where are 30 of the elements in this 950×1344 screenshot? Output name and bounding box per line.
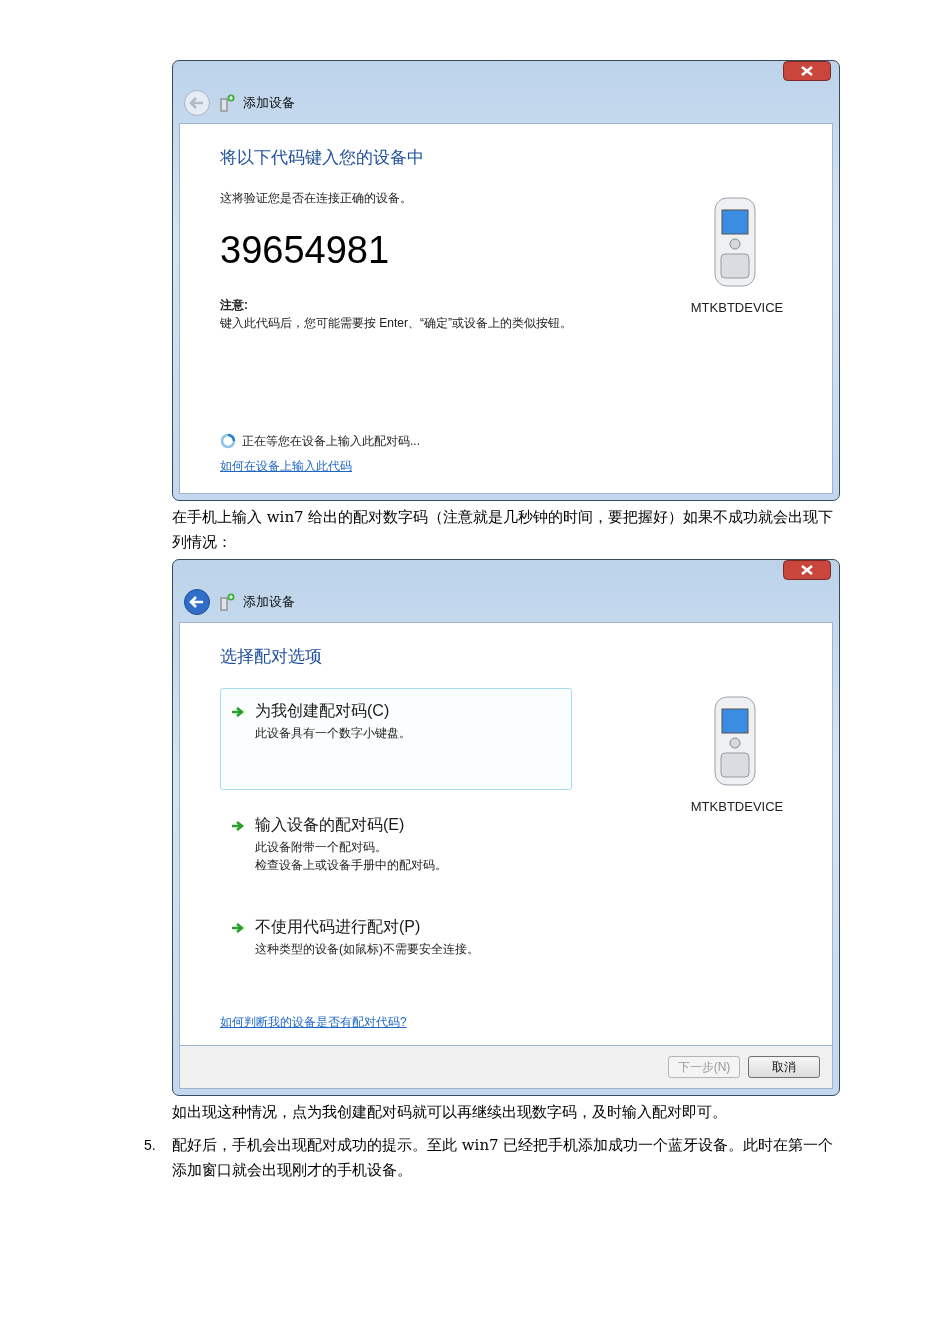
pairing-option[interactable]: 输入设备的配对码(E) 此设备附带一个配对码。 检查设备上或设备手册中的配对码。 — [220, 802, 572, 892]
body-paragraph: 配好后，手机会出现配对成功的提示。至此 win7 已经把手机添加成功一个蓝牙设备。此时在第一个添加窗口就会出现刚才的手机设备。 — [172, 1135, 835, 1181]
dialog-heading: 将以下代码键入您的设备中 — [220, 147, 424, 169]
close-button[interactable] — [783, 61, 831, 81]
dialog-heading: 选择配对选项 — [220, 646, 322, 668]
window-title: 添加设备 — [243, 593, 295, 611]
cancel-button[interactable]: 取消 — [748, 1056, 820, 1078]
device-name: MTKBTDEVICE — [690, 300, 784, 315]
help-link[interactable]: 如何判断我的设备是否有配对代码? — [220, 1014, 407, 1031]
close-button[interactable] — [783, 560, 831, 580]
spinner-icon — [220, 433, 236, 449]
subtitle-text: 这将验证您是否在连接正确的设备。 — [220, 190, 412, 207]
window-title: 添加设备 — [243, 94, 295, 112]
body-paragraph: 如出现这种情况，点为我创建配对码就可以再继续出现数字码，及时输入配对即可。 — [172, 1102, 728, 1123]
list-number: 5. — [144, 1136, 157, 1155]
back-button[interactable] — [183, 588, 211, 616]
pairing-code: 39654981 — [220, 229, 390, 272]
pairing-option[interactable]: 为我创建配对码(C) 此设备具有一个数字小键盘。 — [220, 688, 572, 790]
pairing-option[interactable]: 不使用代码进行配对(P) 这种类型的设备(如鼠标)不需要安全连接。 — [220, 904, 572, 994]
device-add-icon — [219, 593, 235, 611]
body-paragraph: 在手机上输入 win7 给出的配对数字码（注意就是几秒钟的时间，要把握好）如果不成功就会出现下列情况： — [172, 507, 835, 553]
status-text: 正在等您在设备上输入此配对码... — [242, 433, 420, 450]
arrow-icon — [231, 705, 245, 719]
device-name: MTKBTDEVICE — [690, 799, 784, 814]
arrow-icon — [231, 819, 245, 833]
note-text: 键入此代码后，您可能需要按 Enter、“确定”或设备上的类似按钮。 — [220, 315, 572, 332]
help-link[interactable]: 如何在设备上输入此代码 — [220, 458, 352, 475]
device-add-icon — [219, 94, 235, 112]
arrow-icon — [231, 921, 245, 935]
note-label: 注意: — [220, 297, 248, 314]
